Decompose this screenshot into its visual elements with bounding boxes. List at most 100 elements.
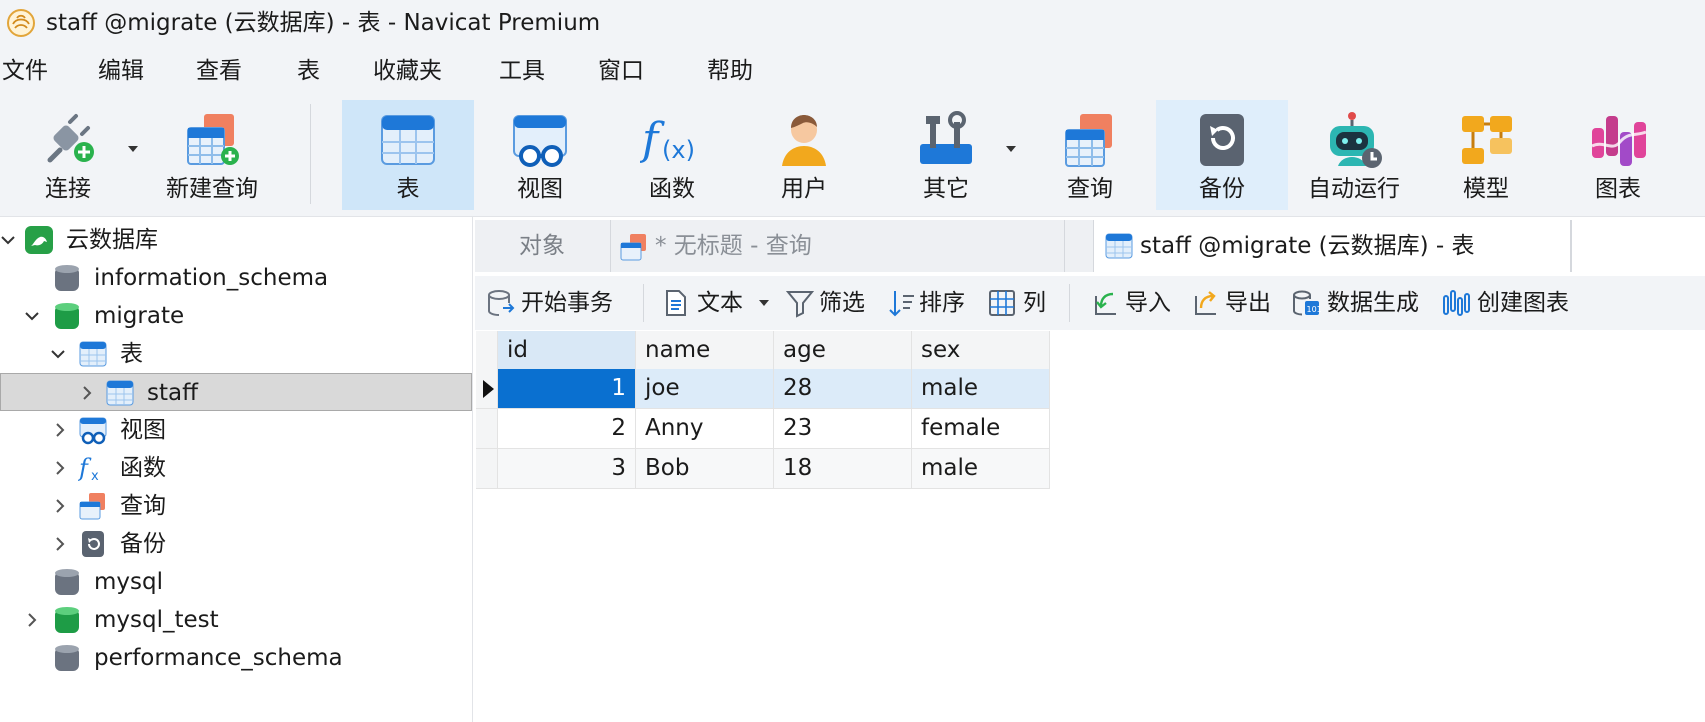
- tree-label-views: 视图: [120, 417, 166, 443]
- chevron-right-icon[interactable]: [79, 385, 95, 401]
- table-cell[interactable]: male: [912, 449, 1050, 489]
- table-cell[interactable]: 28: [774, 369, 912, 409]
- tree-label-performance-schema: performance_schema: [94, 645, 343, 671]
- tree-node-tables[interactable]: 表: [0, 335, 472, 373]
- chevron-right-icon[interactable]: [24, 612, 40, 628]
- table-label: 表: [396, 176, 420, 202]
- backup-restore-icon: [1200, 114, 1244, 166]
- menu-help[interactable]: 帮助: [707, 56, 753, 86]
- row-selector[interactable]: [476, 449, 498, 489]
- new-query-button[interactable]: 新建查询: [146, 100, 278, 210]
- filter-button[interactable]: 筛选: [785, 285, 875, 321]
- tree-node-information-schema[interactable]: information_schema: [0, 259, 472, 297]
- other-button[interactable]: 其它: [880, 100, 1012, 210]
- tab-untitled-query[interactable]: * 无标题 - 查询: [611, 220, 1065, 272]
- view-button[interactable]: 视图: [474, 100, 606, 210]
- connect-dropdown-arrow-icon[interactable]: [128, 146, 138, 152]
- function-fx-icon: f (x): [640, 114, 695, 165]
- database-gray-icon: [55, 569, 79, 595]
- menu-edit[interactable]: 编辑: [98, 56, 144, 86]
- table-cell[interactable]: male: [912, 369, 1050, 409]
- main-toolbar: 连接 新建查询 表 视图 f (x) 函数 用户 其它 查询 备份 自动运行 模…: [0, 94, 1705, 217]
- table-button[interactable]: 表: [342, 100, 474, 210]
- column-header-id[interactable]: id: [498, 331, 636, 371]
- begin-transaction-button[interactable]: 开始事务: [485, 285, 625, 321]
- connect-button[interactable]: 连接: [2, 100, 134, 210]
- query-icon: [79, 493, 105, 520]
- menu-file[interactable]: 文件: [2, 56, 48, 86]
- columns-button[interactable]: 列: [987, 285, 1057, 321]
- model-button[interactable]: 模型: [1420, 100, 1552, 210]
- function-fx-icon: f x: [78, 454, 99, 483]
- filter-funnel-icon: [785, 291, 815, 318]
- tab-staff-table-label: staff @migrate (云数据库) - 表: [1140, 233, 1475, 259]
- tree-node-backups[interactable]: 备份: [0, 525, 472, 563]
- chevron-right-icon[interactable]: [52, 536, 68, 552]
- menu-table[interactable]: 表: [297, 56, 320, 86]
- model-label: 模型: [1463, 176, 1509, 202]
- other-label: 其它: [923, 176, 969, 202]
- menu-favorites[interactable]: 收藏夹: [373, 56, 442, 86]
- row-selector[interactable]: [476, 409, 498, 449]
- tree-node-mysql-test[interactable]: mysql_test: [0, 601, 472, 639]
- tab-staff-table[interactable]: staff @migrate (云数据库) - 表: [1093, 220, 1571, 272]
- table-cell[interactable]: Bob: [636, 449, 774, 489]
- table-cell[interactable]: 1: [498, 369, 636, 409]
- table-cell[interactable]: joe: [636, 369, 774, 409]
- chevron-down-icon[interactable]: [0, 232, 16, 248]
- text-view-button[interactable]: 文本: [661, 285, 769, 321]
- query-button[interactable]: 查询: [1024, 100, 1156, 210]
- tree-node-connection[interactable]: 云数据库: [0, 221, 472, 259]
- menu-tools[interactable]: 工具: [499, 56, 545, 86]
- tree-node-views[interactable]: 视图: [0, 411, 472, 449]
- column-header-name[interactable]: name: [636, 331, 774, 371]
- svg-text:x: x: [91, 469, 99, 483]
- export-button[interactable]: 导出: [1191, 285, 1277, 321]
- tree-node-performance-schema[interactable]: performance_schema: [0, 639, 472, 677]
- database-green-icon: [55, 303, 79, 329]
- backup-restore-icon: [82, 531, 104, 557]
- chart-button[interactable]: 图表: [1552, 100, 1684, 210]
- menu-view[interactable]: 查看: [196, 56, 242, 86]
- table-cell[interactable]: Anny: [636, 409, 774, 449]
- tree-node-functions[interactable]: f x 函数: [0, 449, 472, 487]
- tab-objects[interactable]: 对象: [475, 220, 611, 272]
- current-row-arrow-icon: [483, 380, 494, 398]
- table-cell[interactable]: female: [912, 409, 1050, 449]
- table-cell[interactable]: 2: [498, 409, 636, 449]
- tree-node-migrate[interactable]: migrate: [0, 297, 472, 335]
- chevron-down-icon[interactable]: [24, 308, 40, 324]
- tree-node-queries[interactable]: 查询: [0, 487, 472, 525]
- data-generation-button[interactable]: 101 数据生成: [1291, 285, 1423, 321]
- data-generation-label: 数据生成: [1327, 290, 1419, 316]
- automation-button[interactable]: 自动运行: [1288, 100, 1420, 210]
- table-cell[interactable]: 18: [774, 449, 912, 489]
- chart-icon: [1591, 116, 1647, 166]
- backup-button[interactable]: 备份: [1156, 100, 1288, 210]
- tab-objects-label: 对象: [519, 233, 565, 259]
- chevron-right-icon[interactable]: [52, 460, 68, 476]
- tree-node-mysql[interactable]: mysql: [0, 563, 472, 601]
- text-dropdown-arrow-icon[interactable]: [759, 300, 769, 306]
- filter-label: 筛选: [819, 290, 865, 316]
- column-header-sex[interactable]: sex: [912, 331, 1050, 371]
- svg-text:101: 101: [1307, 305, 1322, 314]
- other-dropdown-arrow-icon[interactable]: [1006, 146, 1016, 152]
- create-chart-label: 创建图表: [1477, 290, 1569, 316]
- create-chart-button[interactable]: 创建图表: [1441, 285, 1577, 321]
- table-cell[interactable]: 3: [498, 449, 636, 489]
- sort-button[interactable]: 排序: [887, 285, 975, 321]
- chevron-right-icon[interactable]: [52, 422, 68, 438]
- function-button[interactable]: f (x) 函数: [606, 100, 738, 210]
- row-selector[interactable]: [476, 369, 498, 409]
- model-icon: [1462, 116, 1512, 164]
- user-button[interactable]: 用户: [738, 100, 870, 210]
- menu-window[interactable]: 窗口: [598, 56, 644, 86]
- tree-node-staff[interactable]: staff: [0, 373, 472, 411]
- title-bar: staff @migrate (云数据库) - 表 - Navicat Prem…: [0, 0, 1705, 46]
- chevron-right-icon[interactable]: [52, 498, 68, 514]
- import-button[interactable]: 导入: [1091, 285, 1177, 321]
- table-cell[interactable]: 23: [774, 409, 912, 449]
- column-header-age[interactable]: age: [774, 331, 912, 371]
- chevron-down-icon[interactable]: [50, 346, 66, 362]
